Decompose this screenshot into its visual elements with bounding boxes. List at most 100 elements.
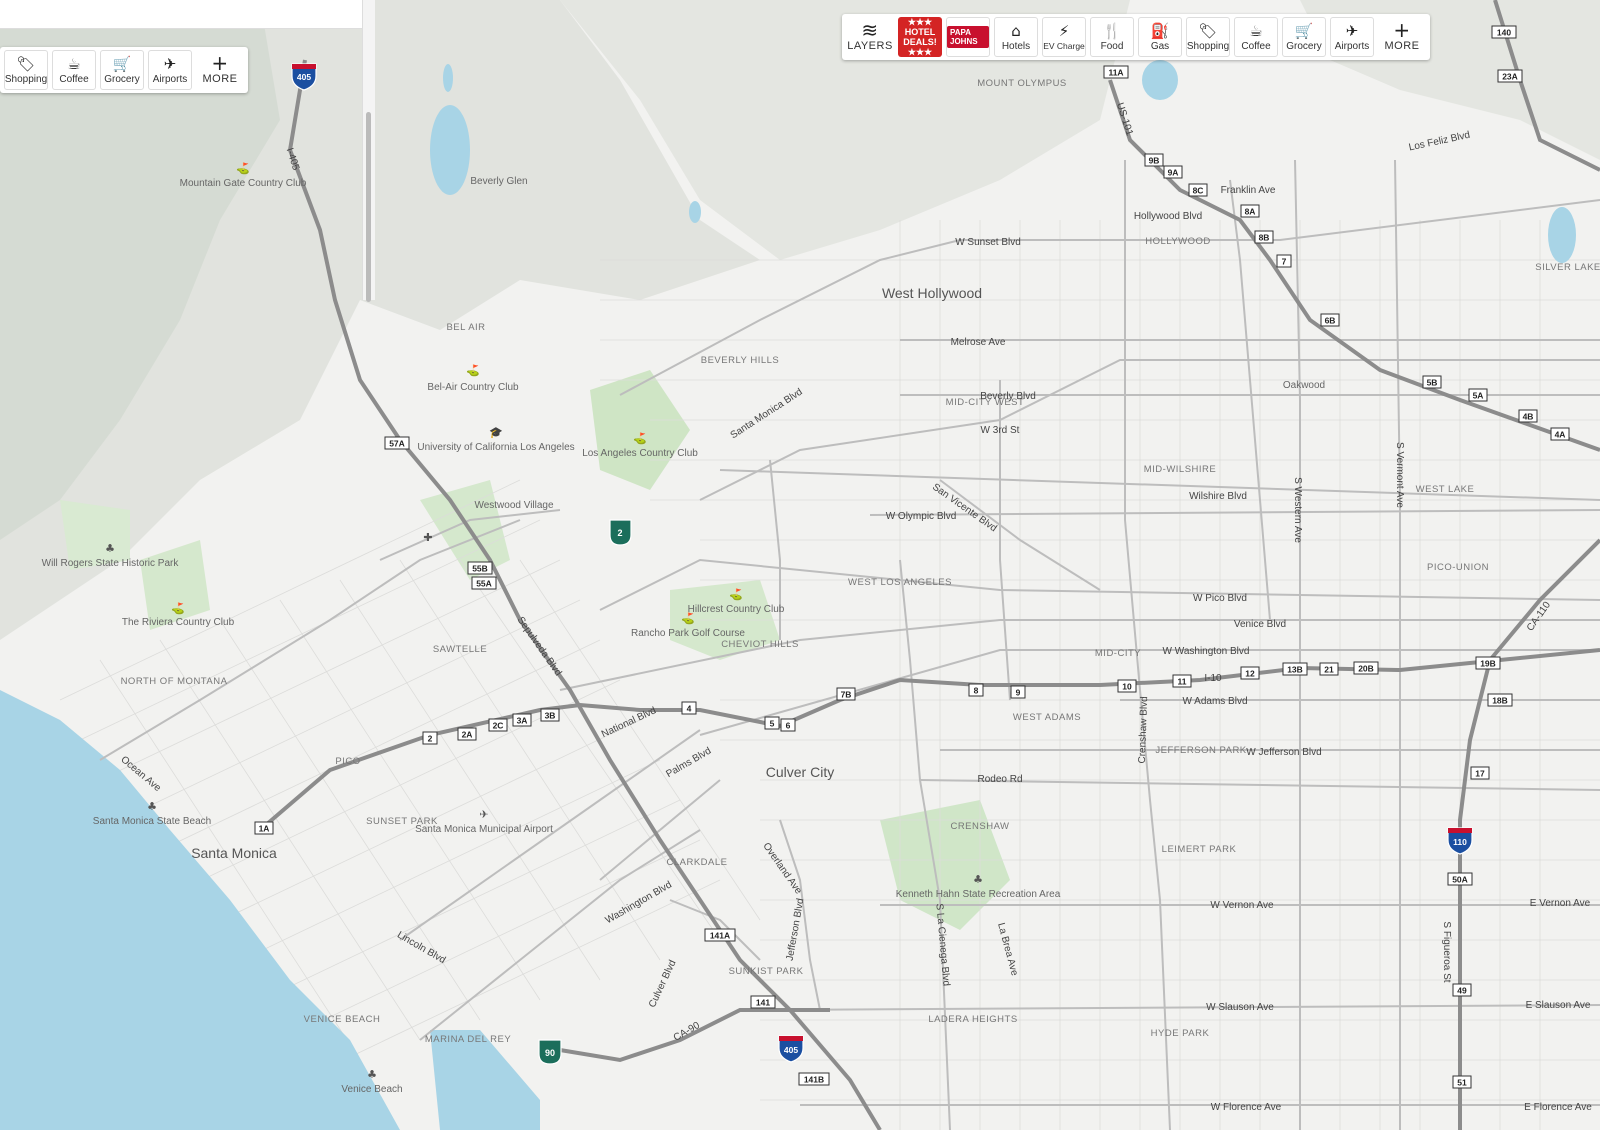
road-label: Venice Blvd: [1234, 619, 1286, 630]
svg-text:90: 90: [545, 1048, 555, 1058]
button-label: Shopping: [4, 73, 48, 85]
panel-scrollbar-track[interactable]: [362, 0, 375, 302]
button-label: Gas: [1150, 40, 1170, 52]
top-more-button[interactable]: + MORE: [1378, 17, 1426, 57]
hospital-icon: ✚: [423, 531, 432, 544]
area-label: SUNKIST PARK: [729, 966, 804, 977]
exit-number-marker: 141B: [798, 1072, 830, 1086]
area-label: CRENSHAW: [950, 821, 1009, 832]
exit-number-marker: 23A: [1497, 69, 1523, 83]
svg-text:3B: 3B: [545, 711, 556, 721]
poi-label: Rancho Park Golf Course: [631, 628, 745, 639]
exit-number-marker: 2A: [457, 727, 477, 741]
exit-number-marker: 17: [1470, 766, 1490, 780]
panel-header: [0, 0, 362, 29]
area-label: SAWTELLE: [433, 644, 487, 655]
area-label: PICO-UNION: [1427, 562, 1489, 573]
exit-number-marker: 49: [1452, 983, 1472, 997]
top-coffee-button[interactable]: ☕ Coffee: [1234, 17, 1278, 57]
svg-text:12: 12: [1245, 669, 1255, 679]
exit-number-marker: 3A: [512, 713, 532, 727]
airport-icon: ✈: [479, 808, 488, 821]
exit-number-marker: 10: [1117, 679, 1137, 693]
city-label-culver-city: Culver City: [766, 764, 834, 780]
area-label: Oakwood: [1283, 380, 1325, 391]
poi-label: Kenneth Hahn State Recreation Area: [896, 889, 1061, 900]
area-label: Beverly Glen: [470, 176, 527, 187]
svg-text:49: 49: [1457, 986, 1467, 996]
top-hotel-deals-button[interactable]: ★★★ HOTEL DEALS! ★★★: [898, 17, 942, 57]
svg-text:9A: 9A: [1168, 168, 1179, 178]
exit-number-marker: 50A: [1447, 872, 1473, 886]
road-label: W Jefferson Blvd: [1246, 747, 1321, 758]
poi-label: University of California Los Angeles: [417, 442, 574, 453]
left-more-button[interactable]: + MORE: [196, 50, 244, 90]
road-label: Rodeo Rd: [977, 774, 1022, 785]
poi-label: Venice Beach: [341, 1084, 402, 1095]
svg-text:20B: 20B: [1358, 664, 1374, 674]
top-papa-johns-button[interactable]: PAPA JOHNS: [946, 17, 990, 57]
coffee-icon: ☕: [67, 54, 81, 73]
top-hotels-button[interactable]: ⌂ Hotels: [994, 17, 1038, 57]
svg-text:2A: 2A: [462, 730, 473, 740]
svg-text:4A: 4A: [1555, 430, 1566, 440]
exit-number-marker: 7B: [836, 687, 856, 701]
svg-text:18B: 18B: [1492, 696, 1508, 706]
area-label: WEST LOS ANGELES: [848, 577, 952, 588]
exit-number-marker: 9A: [1163, 165, 1183, 179]
svg-text:9: 9: [1016, 688, 1021, 698]
golf-flag-icon: ⛳: [729, 588, 743, 601]
area-label: PICO: [335, 756, 360, 767]
gas-icon: ⛽: [1150, 21, 1170, 40]
exit-number-marker: 1A: [254, 821, 274, 835]
left-grocery-button[interactable]: 🛒 Grocery: [100, 50, 144, 90]
top-ev-charge-button[interactable]: ⚡ EV Charge: [1042, 17, 1086, 57]
svg-text:4B: 4B: [1523, 412, 1534, 422]
left-coffee-button[interactable]: ☕ Coffee: [52, 50, 96, 90]
top-category-toolbar: ≋ LAYERS ★★★ HOTEL DEALS! ★★★ PAPA JOHNS ⌂ Hotel…: [842, 14, 1430, 60]
plus-icon: +: [211, 51, 229, 75]
panel-scrollbar-thumb[interactable]: [366, 112, 371, 302]
grocery-cart-icon: 🛒: [1294, 21, 1314, 40]
button-label: Shopping: [1186, 40, 1230, 52]
exit-number-marker: 55B: [467, 561, 493, 575]
top-grocery-button[interactable]: 🛒 Grocery: [1282, 17, 1326, 57]
exit-number-marker: 4: [681, 701, 697, 715]
svg-text:8C: 8C: [1193, 186, 1204, 196]
svg-text:6B: 6B: [1325, 316, 1336, 326]
left-airports-button[interactable]: ✈ Airports: [148, 50, 192, 90]
road-label: W Slauson Ave: [1206, 1002, 1274, 1013]
area-label: BEVERLY HILLS: [701, 355, 780, 366]
shopping-tag-icon: 🏷: [1198, 21, 1218, 40]
area-label: MOUNT OLYMPUS: [977, 78, 1067, 89]
exit-number-marker: 21: [1319, 662, 1339, 676]
exit-number-marker: 57A: [384, 436, 410, 450]
airport-icon: ✈: [1345, 21, 1359, 40]
button-label: LAYERS: [847, 40, 893, 52]
exit-number-marker: 4A: [1550, 427, 1570, 441]
silver-lake-reservoir: [1548, 207, 1576, 263]
exit-number-marker: 8A: [1240, 204, 1260, 218]
top-shopping-button[interactable]: 🏷 Shopping: [1186, 17, 1230, 57]
button-label: Airports: [1334, 40, 1370, 52]
button-label: Food: [1100, 40, 1124, 52]
button-label: Airports: [152, 73, 188, 85]
svg-text:8: 8: [974, 686, 979, 696]
left-shopping-button[interactable]: 🏷 Shopping: [4, 50, 48, 90]
area-label: HOLLYWOOD: [1145, 236, 1211, 247]
exit-number-marker: 13B: [1282, 662, 1308, 676]
exit-number-marker: 20B: [1353, 661, 1379, 675]
road-label: S Vermont Ave: [1394, 442, 1405, 508]
top-gas-button[interactable]: ⛽ Gas: [1138, 17, 1182, 57]
svg-text:5: 5: [770, 719, 775, 729]
svg-text:2: 2: [617, 528, 622, 538]
top-food-button[interactable]: 🍴 Food: [1090, 17, 1134, 57]
poi-label: Will Rogers State Historic Park: [42, 558, 180, 569]
exit-number-marker: 8B: [1254, 230, 1274, 244]
top-layers-button[interactable]: ≋ LAYERS: [846, 17, 894, 57]
exit-number-marker: 3B: [540, 708, 560, 722]
svg-text:13B: 13B: [1287, 665, 1303, 675]
area-label: HYDE PARK: [1151, 1028, 1210, 1039]
top-airports-button[interactable]: ✈ Airports: [1330, 17, 1374, 57]
hotel-icon: ⌂: [1011, 21, 1021, 40]
